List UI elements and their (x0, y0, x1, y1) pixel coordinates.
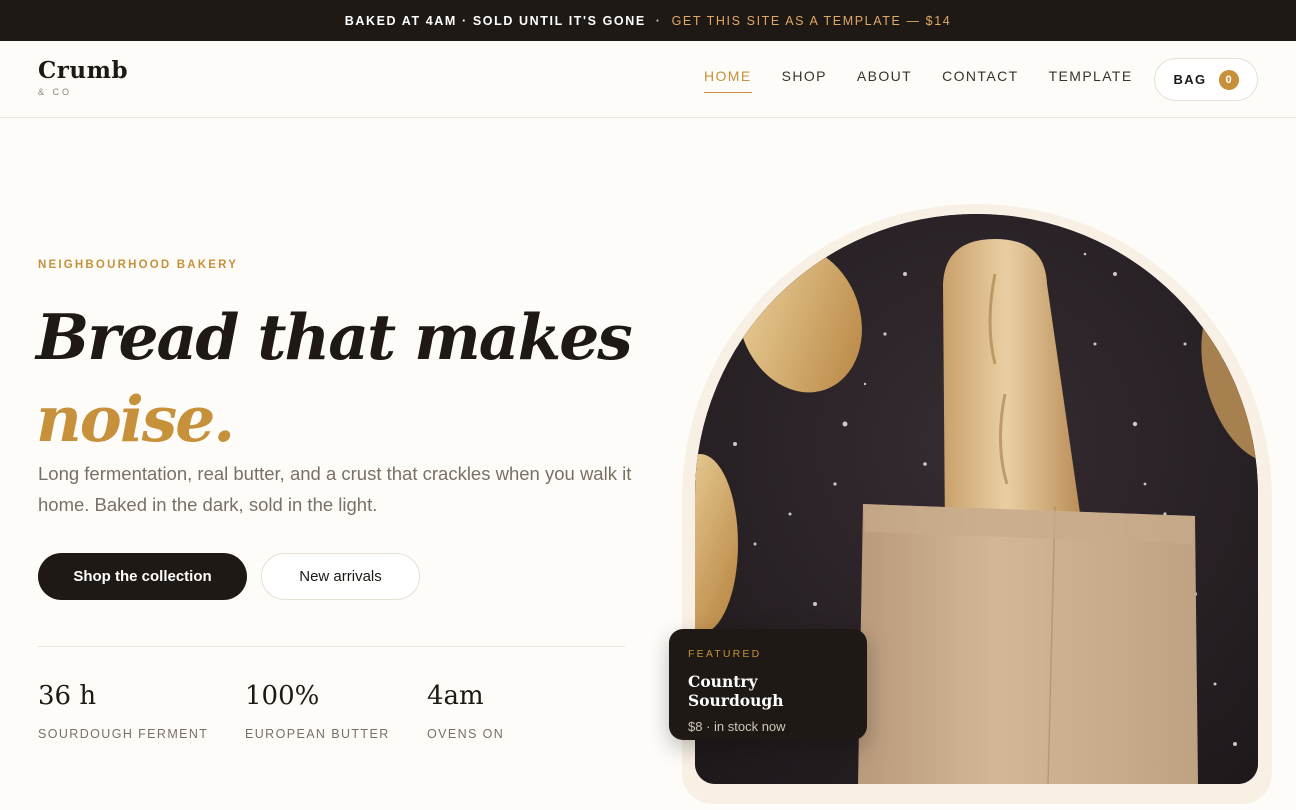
stat-value: 36 h (38, 681, 97, 711)
featured-product-card[interactable]: FEATURED Country Sourdough $8 · in stock… (669, 629, 867, 740)
nav-template[interactable]: TEMPLATE (1049, 68, 1133, 93)
stat-label: SOURDOUGH FERMENT (38, 727, 209, 741)
headline-line-2: noise. (36, 382, 235, 456)
stats-divider (38, 646, 625, 647)
shop-collection-button[interactable]: Shop the collection (38, 553, 247, 600)
announcement-separator: · (655, 13, 662, 28)
stat-ovens: 4am OVENS ON (427, 680, 504, 741)
nav-contact[interactable]: CONTACT (942, 68, 1018, 93)
featured-product-meta: $8 · in stock now (688, 719, 786, 734)
bag-count-badge: 0 (1218, 69, 1239, 90)
nav-home[interactable]: HOME (704, 68, 752, 93)
hero-eyebrow: NEIGHBOURHOOD BAKERY (38, 259, 239, 271)
bag-label: BAG (1173, 72, 1207, 87)
hero-description: Long fermentation, real butter, and a cr… (38, 463, 632, 515)
stat-label: OVENS ON (427, 727, 505, 741)
announcement-bar: BAKED AT 4AM · SOLD UNTIL IT'S GONE · GE… (0, 0, 1296, 41)
stat-butter: 100% EUROPEAN BUTTER (245, 680, 390, 741)
main-nav: HOME SHOP ABOUT CONTACT TEMPLATE (704, 68, 1163, 93)
announcement-text: BAKED AT 4AM · SOLD UNTIL IT'S GONE (344, 13, 646, 28)
featured-tag: FEATURED (688, 648, 762, 660)
new-arrivals-button[interactable]: New arrivals (261, 553, 420, 600)
stat-ferment: 36 h SOURDOUGH FERMENT (38, 680, 208, 741)
hero-headline: Bread that makes noise. (36, 296, 633, 460)
template-link[interactable]: GET THIS SITE AS A TEMPLATE — $14 (672, 14, 952, 28)
stat-value: 4am (427, 681, 484, 711)
featured-product-name: Country Sourdough (688, 672, 784, 710)
bag-button[interactable]: BAG 0 (1154, 58, 1258, 101)
nav-shop[interactable]: SHOP (782, 68, 827, 93)
nav-about[interactable]: ABOUT (857, 68, 912, 93)
stat-label: EUROPEAN BUTTER (245, 727, 390, 741)
stat-value: 100% (245, 681, 320, 711)
logo-name: Crumb (38, 57, 129, 84)
headline-line-1: Bread that makes (36, 300, 633, 374)
logo[interactable]: Crumb & CO (38, 57, 128, 97)
site-header: Crumb & CO HOME SHOP ABOUT CONTACT TEMPL… (0, 41, 1296, 118)
logo-subtitle: & CO (38, 87, 73, 97)
